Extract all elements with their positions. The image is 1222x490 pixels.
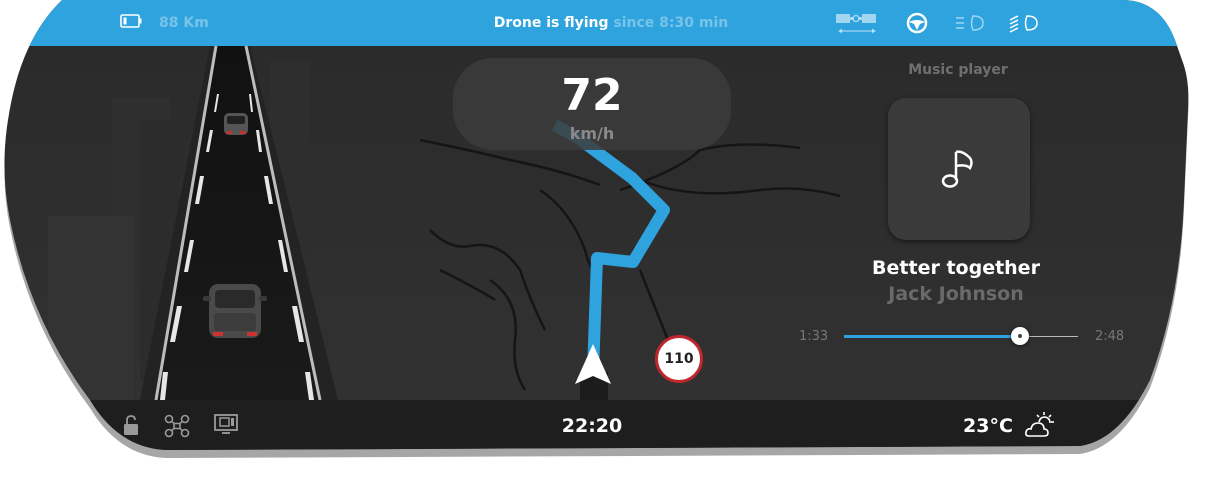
drone-status-sub: since 8:30 min	[608, 15, 729, 31]
music-note-icon	[941, 150, 973, 188]
low-beam-icon[interactable]	[955, 13, 985, 33]
trailer-icon[interactable]	[834, 11, 880, 37]
song-title: Better together	[872, 257, 1040, 279]
speed-unit: km/h	[569, 124, 615, 143]
elapsed-time: 1:33	[799, 329, 829, 344]
album-art[interactable]	[888, 98, 1030, 240]
music-player-title: Music player	[908, 62, 1008, 78]
weather-partly-cloudy-icon	[1025, 412, 1054, 437]
temperature: 23°C	[963, 415, 1013, 437]
steering-wheel-icon[interactable]	[906, 12, 928, 34]
total-time: 2:48	[1095, 329, 1125, 344]
song-artist: Jack Johnson	[888, 283, 1024, 305]
progress-fill	[844, 335, 1020, 338]
progress-knob[interactable]	[1011, 327, 1029, 345]
drone-status-main: Drone is flying	[493, 15, 609, 31]
speed-value: 72	[561, 70, 623, 121]
own-car	[203, 284, 267, 338]
car-ahead	[224, 113, 248, 135]
high-beam-icon[interactable]	[1009, 13, 1039, 33]
speed-limit-sign: 110	[655, 335, 703, 383]
